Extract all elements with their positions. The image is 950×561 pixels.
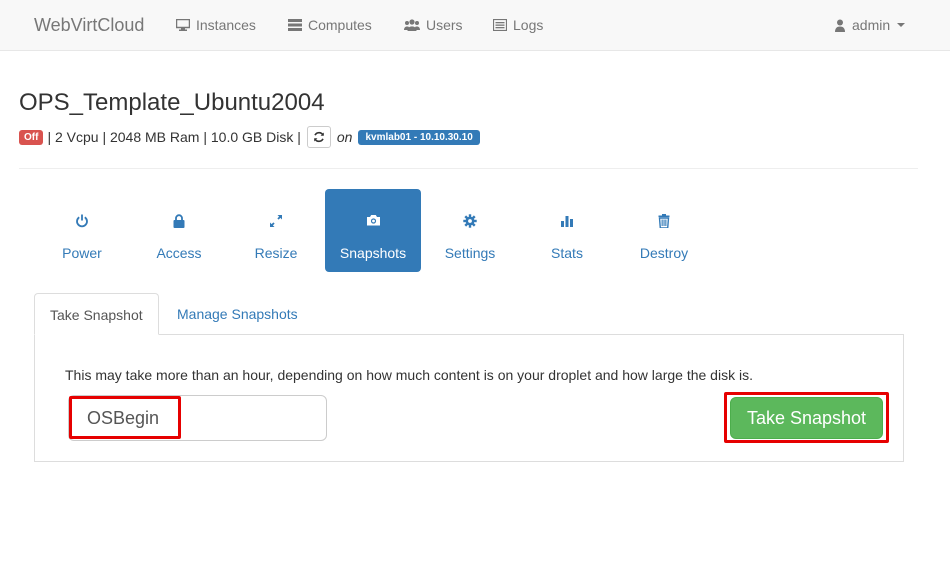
action-settings[interactable]: Settings bbox=[422, 189, 518, 272]
resize-icon bbox=[270, 215, 282, 227]
action-power-label: Power bbox=[62, 245, 102, 261]
camera-icon bbox=[366, 215, 380, 226]
nav-users[interactable]: Users bbox=[404, 17, 463, 33]
list-icon bbox=[493, 19, 507, 31]
nav-users-label: Users bbox=[426, 17, 463, 33]
action-destroy-label: Destroy bbox=[639, 245, 689, 261]
action-settings-label: Settings bbox=[444, 245, 496, 261]
status-badge: Off bbox=[19, 129, 44, 145]
action-destroy[interactable]: Destroy bbox=[616, 189, 712, 272]
action-resize-label: Resize bbox=[254, 245, 298, 261]
nav-instances-label: Instances bbox=[196, 17, 256, 33]
action-access-label: Access bbox=[156, 245, 202, 261]
header-divider bbox=[19, 168, 918, 169]
action-stats-label: Stats bbox=[551, 245, 583, 261]
host-badge[interactable]: kvmlab01 - 10.10.30.10 bbox=[358, 129, 480, 145]
nav-logs[interactable]: Logs bbox=[493, 17, 543, 33]
server-icon bbox=[288, 19, 302, 31]
user-icon bbox=[835, 19, 845, 32]
action-snapshots-label: Snapshots bbox=[339, 245, 407, 261]
refresh-button[interactable] bbox=[306, 126, 331, 148]
lock-icon bbox=[173, 214, 185, 228]
instance-specs: | 2 Vcpu | 2048 MB Ram | 10.0 GB Disk | bbox=[47, 129, 301, 145]
on-label: on bbox=[336, 129, 353, 145]
instance-title: OPS_Template_Ubuntu2004 bbox=[19, 89, 325, 116]
take-snapshot-button[interactable]: Take Snapshot bbox=[730, 397, 883, 439]
action-resize[interactable]: Resize bbox=[228, 189, 324, 272]
user-menu-label: admin bbox=[852, 17, 891, 33]
nav-instances[interactable]: Instances bbox=[176, 17, 256, 33]
trash-icon bbox=[658, 214, 670, 228]
navbar: WebVirtCloud Instances Computes Users Lo… bbox=[0, 0, 950, 51]
user-menu[interactable]: admin bbox=[834, 17, 906, 33]
refresh-icon bbox=[314, 131, 324, 143]
chevron-down-icon bbox=[897, 23, 906, 27]
monitor-icon bbox=[176, 19, 190, 31]
action-power[interactable]: Power bbox=[34, 189, 130, 272]
users-icon bbox=[404, 19, 420, 31]
brand-link[interactable]: WebVirtCloud bbox=[34, 15, 144, 36]
tab-manage-snapshots[interactable]: Manage Snapshots bbox=[162, 293, 313, 335]
snapshot-name-input[interactable] bbox=[68, 395, 327, 441]
gear-icon bbox=[463, 214, 477, 228]
nav-computes[interactable]: Computes bbox=[288, 17, 372, 33]
nav-logs-label: Logs bbox=[513, 17, 544, 33]
action-access[interactable]: Access bbox=[131, 189, 227, 272]
snapshot-hint: This may take more than an hour, dependi… bbox=[65, 367, 753, 383]
bar-chart-icon bbox=[561, 216, 573, 227]
action-snapshots[interactable]: Snapshots bbox=[325, 189, 421, 272]
nav-computes-label: Computes bbox=[308, 17, 372, 33]
power-icon bbox=[76, 214, 88, 228]
action-stats[interactable]: Stats bbox=[519, 189, 615, 272]
instance-info: Off | 2 Vcpu | 2048 MB Ram | 10.0 GB Dis… bbox=[19, 125, 480, 149]
tab-take-snapshot[interactable]: Take Snapshot bbox=[34, 293, 159, 335]
